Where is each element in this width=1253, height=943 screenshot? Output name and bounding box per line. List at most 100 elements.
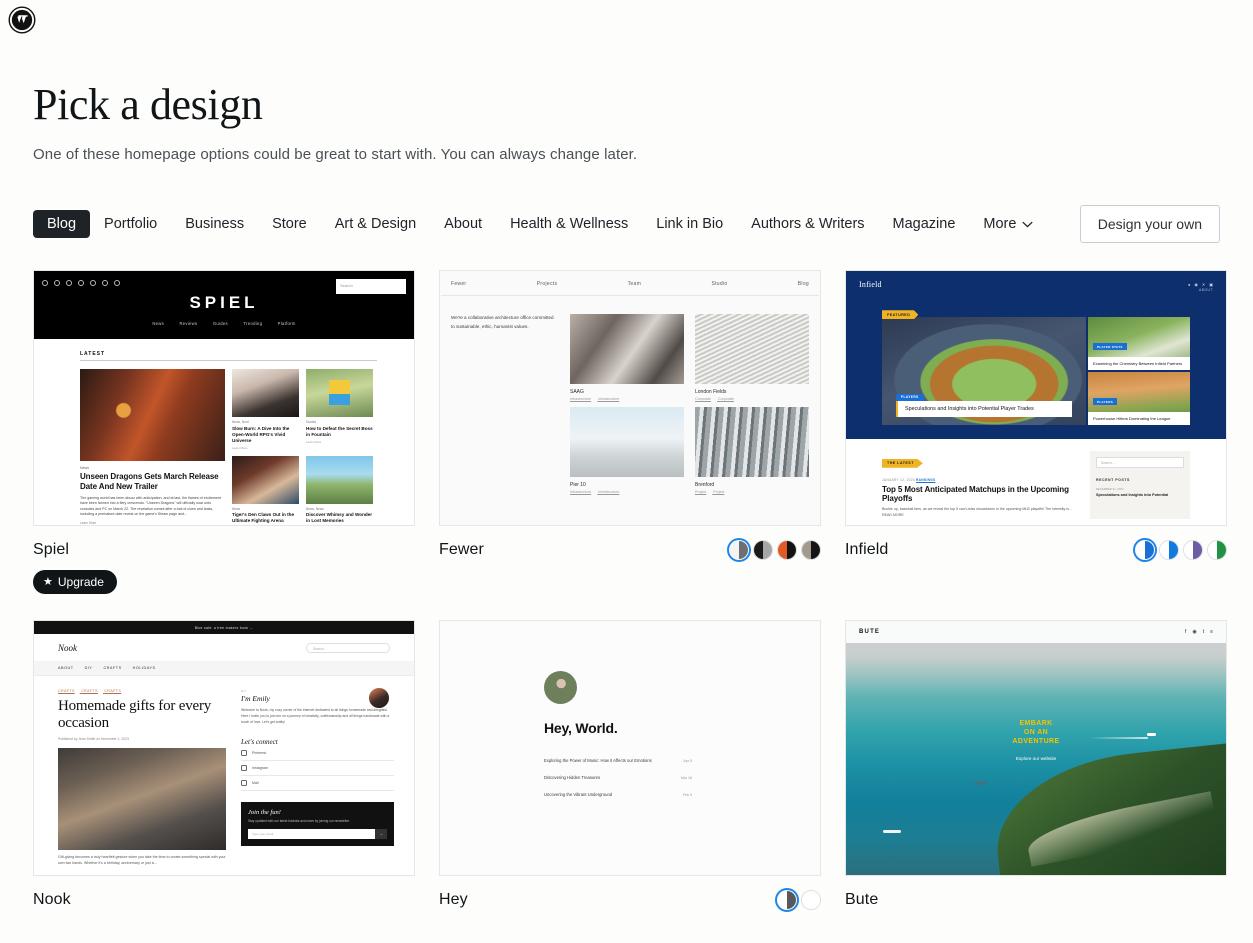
tag: Project bbox=[713, 490, 725, 495]
chevron-down-icon bbox=[1022, 217, 1033, 232]
mail-icon bbox=[241, 780, 247, 787]
color-swatch[interactable] bbox=[801, 540, 821, 561]
color-swatch[interactable] bbox=[1183, 540, 1203, 561]
spiel-body: LATEST News Unseen Dragons Gets March Re… bbox=[34, 339, 414, 526]
instagram-icon bbox=[54, 280, 60, 287]
facebook-icon: ● bbox=[1187, 281, 1191, 287]
tab-magazine[interactable]: Magazine bbox=[879, 210, 970, 239]
design-your-own-button[interactable]: Design your own bbox=[1079, 205, 1220, 244]
top-bar bbox=[0, 0, 1253, 40]
fewer-project-2-image bbox=[695, 314, 809, 385]
infield-hero-pill: PLAYERS bbox=[896, 393, 924, 402]
tab-store[interactable]: Store bbox=[258, 210, 321, 239]
spiel-post-3-kicker: News bbox=[232, 506, 240, 511]
infield-side-card-1-caption: Examining the Chemistry Between Infield … bbox=[1088, 356, 1190, 371]
tab-more-label: More bbox=[983, 215, 1017, 232]
theme-name-fewer: Fewer bbox=[439, 541, 484, 559]
theme-preview-fewer[interactable]: Fewer Projects Team Studio Blog We're a … bbox=[439, 270, 821, 527]
tumblr-icon: t bbox=[1202, 629, 1205, 636]
color-swatches-fewer bbox=[729, 540, 821, 561]
nook-newsletter-title: Join the fun! bbox=[248, 809, 281, 817]
fewer-nav-studio: Studio bbox=[711, 280, 728, 287]
spiel-section-label: LATEST bbox=[80, 351, 106, 358]
wordpress-logo-icon[interactable] bbox=[8, 6, 36, 34]
color-swatch[interactable] bbox=[777, 540, 797, 561]
infield-recent-title: Speculations and Insights into Potential bbox=[1096, 493, 1169, 498]
spiel-hero-image bbox=[80, 369, 225, 462]
search-icon: ⌕ bbox=[400, 283, 404, 291]
fewer-nav-blog: Blog bbox=[797, 280, 810, 287]
theme-preview-hey[interactable]: Hey, World. Exploring the Power of Music… bbox=[439, 620, 821, 877]
theme-name-hey: Hey bbox=[439, 891, 468, 909]
nook-link-label: Pinterest bbox=[252, 751, 267, 756]
spiel-post-1-image bbox=[232, 369, 299, 418]
theme-preview-bute[interactable]: BUTE f ◉ t ≡ EMBARK ON AN ADVENTURE Expl… bbox=[845, 620, 1227, 877]
nook-newsletter-text: Stay updated with our latest tutorials a… bbox=[248, 819, 350, 824]
tab-portfolio[interactable]: Portfolio bbox=[90, 210, 171, 239]
tab-art-and-design[interactable]: Art & Design bbox=[321, 210, 430, 239]
tag: Corporate bbox=[717, 397, 734, 402]
color-swatch[interactable] bbox=[729, 540, 749, 560]
tag: Infrastructure bbox=[570, 397, 592, 402]
bute-header: BUTE f ◉ t ≡ bbox=[846, 621, 1226, 644]
star-icon: ★ bbox=[43, 575, 53, 588]
nook-post: CRAFTS CRAFTS CRAFTS Homemade gifts for … bbox=[58, 689, 226, 867]
color-swatch[interactable] bbox=[753, 540, 773, 561]
spiel-nav: News Reviews Guides Trending Platform bbox=[34, 321, 414, 326]
bute-brand: BUTE bbox=[859, 629, 881, 636]
fewer-project-2-title: London Fields bbox=[695, 389, 727, 396]
bute-hero-text: EMBARK ON AN ADVENTURE Explore our websi… bbox=[846, 719, 1226, 761]
fewer-brand: Fewer bbox=[451, 280, 467, 287]
bute-icons: f ◉ t ≡ bbox=[1185, 629, 1213, 635]
list-item: Uncovering the Vibrant Underground Feb 9 bbox=[544, 786, 692, 803]
tag: Infrastructure bbox=[570, 490, 592, 495]
tiktok-icon bbox=[66, 280, 72, 287]
x-icon bbox=[102, 280, 108, 287]
nook-post-title: Homemade gifts for every occasion bbox=[58, 698, 212, 732]
infield-latest-excerpt: Buckle up, baseball fans, as we reveal t… bbox=[882, 507, 1072, 517]
spiel-nav-trending: Trending bbox=[243, 321, 263, 327]
hey-post-title: Exploring the Power of Music: How it Aff… bbox=[544, 758, 652, 764]
color-swatch[interactable] bbox=[777, 890, 797, 910]
theme-card-nook: Blue sale: a free makers book → Nook Sea… bbox=[33, 620, 415, 910]
tab-link-in-bio[interactable]: Link in Bio bbox=[642, 210, 737, 239]
tab-authors-writers[interactable]: Authors & Writers bbox=[737, 210, 878, 239]
theme-preview-infield[interactable]: Infield ● ◉ ✕ ▣ ABOUT FEATURED PLAYERS S… bbox=[845, 270, 1227, 527]
avatar bbox=[368, 687, 390, 710]
nook-link-pinterest: Pinterest bbox=[241, 746, 394, 762]
theme-preview-spiel[interactable]: SPIEL News Reviews Guides Trending Platf… bbox=[33, 270, 415, 527]
spiel-post-4-image bbox=[306, 455, 373, 504]
bute-title-line-3: ADVENTURE bbox=[1012, 738, 1060, 746]
spiel-post-2: Guides How to Defeat the Secret Boss in … bbox=[306, 369, 373, 449]
hey-title: Hey, World. bbox=[544, 720, 618, 737]
tab-blog[interactable]: Blog bbox=[33, 209, 91, 239]
tag: Project bbox=[695, 490, 707, 495]
infield-sidebar: Search... RECENT POSTS DECEMBER 31, 2023… bbox=[1090, 451, 1190, 519]
spiel-logo: SPIEL bbox=[189, 293, 259, 313]
infield-latest-meta: JANUARY 12, 2023 RANKINGS bbox=[882, 478, 1076, 482]
theme-preview-nook[interactable]: Blue sale: a free makers book → Nook Sea… bbox=[33, 620, 415, 877]
spiel-side-posts: News, Nord Slow Burn: A Dive Into the Op… bbox=[232, 369, 374, 525]
infield-recent-label: RECENT POSTS bbox=[1096, 478, 1130, 483]
infield-latest-flag: THE LATEST bbox=[882, 458, 923, 468]
list-item: Discovering Hidden Treasures Mar 18 bbox=[544, 769, 692, 786]
nook-post-meta: Published by Jean Smith on November 2, 2… bbox=[58, 737, 129, 742]
color-swatch[interactable] bbox=[1207, 540, 1227, 561]
color-swatch[interactable] bbox=[1159, 540, 1179, 561]
x-icon: ✕ bbox=[1201, 281, 1206, 287]
upgrade-badge[interactable]: ★ Upgrade bbox=[33, 570, 117, 595]
fewer-project-1-title: SAAG bbox=[570, 389, 584, 396]
nook-brand: Nook bbox=[58, 642, 77, 653]
hey-post-date: Feb 9 bbox=[682, 793, 692, 798]
instagram-icon: ◉ bbox=[1194, 281, 1198, 287]
color-swatch[interactable] bbox=[1135, 540, 1155, 560]
color-swatch[interactable] bbox=[801, 890, 821, 911]
tab-health-wellness[interactable]: Health & Wellness bbox=[496, 210, 642, 239]
tab-business[interactable]: Business bbox=[171, 210, 258, 239]
page-header: Pick a design One of these homepage opti… bbox=[0, 40, 1253, 163]
tab-more[interactable]: More bbox=[969, 210, 1047, 239]
fewer-project-1-image bbox=[570, 314, 684, 385]
youtube-icon bbox=[90, 280, 96, 287]
spiel-post-3-image bbox=[232, 455, 299, 504]
tab-about[interactable]: About bbox=[430, 210, 496, 239]
